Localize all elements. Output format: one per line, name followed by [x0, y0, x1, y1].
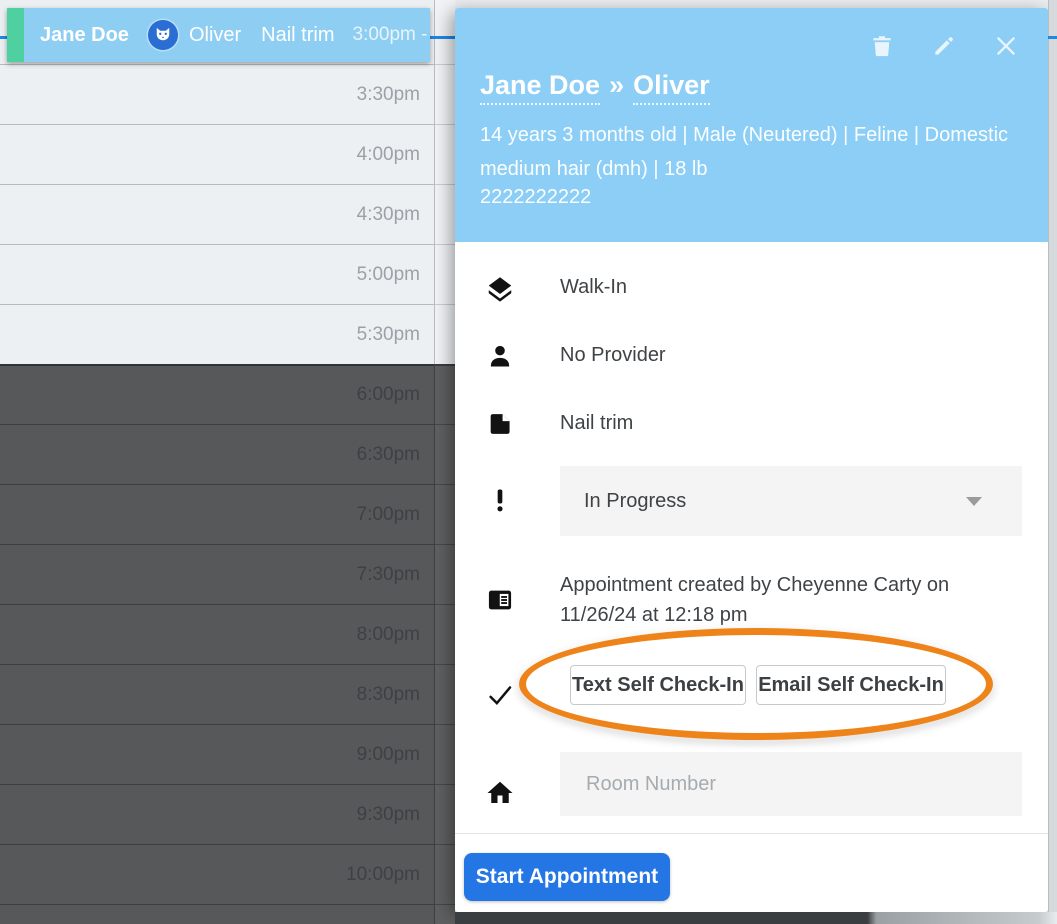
time-label: 6:00pm — [357, 384, 420, 406]
time-label: 8:00pm — [357, 624, 420, 646]
time-label: 8:30pm — [357, 684, 420, 706]
time-label: 5:00pm — [357, 264, 420, 286]
status-value: In Progress — [584, 490, 686, 513]
time-slot-after-hours[interactable]: 6:30pm — [0, 424, 455, 484]
provider-label: No Provider — [560, 344, 666, 367]
room-number-input[interactable] — [560, 752, 1022, 816]
patient-name-link[interactable]: Oliver — [633, 70, 710, 105]
close-icon[interactable] — [992, 32, 1020, 60]
appointment-patient-name: Oliver — [189, 24, 241, 47]
time-slot-after-hours[interactable]: 10:00pm — [0, 844, 455, 904]
time-label: 9:30pm — [357, 804, 420, 826]
time-label: 3:30pm — [357, 84, 420, 106]
time-label: 4:00pm — [357, 144, 420, 166]
appointment-bar-content: Jane Doe Oliver Nail trim 3:00pm - 3:30p… — [40, 20, 430, 50]
person-icon — [483, 342, 517, 370]
time-label: 7:30pm — [357, 564, 420, 586]
trash-icon[interactable] — [868, 32, 896, 60]
column-gutter — [434, 364, 455, 924]
time-slot[interactable]: 5:00pm — [0, 244, 455, 304]
client-name-link[interactable]: Jane Doe — [480, 70, 600, 105]
title-separator: » — [609, 70, 624, 100]
appointment-service: Nail trim — [261, 24, 334, 47]
time-label: 10:00pm — [346, 864, 420, 886]
start-appointment-button[interactable]: Start Appointment — [464, 853, 670, 901]
time-slot-after-hours — [0, 904, 455, 924]
time-slot[interactable]: 3:30pm — [0, 64, 455, 124]
chevron-down-icon — [966, 497, 982, 506]
appointment-client-name: Jane Doe — [40, 24, 129, 47]
email-self-checkin-button[interactable]: Email Self Check-In — [756, 665, 946, 705]
time-slot-after-hours[interactable]: 9:00pm — [0, 724, 455, 784]
time-slot-after-hours[interactable]: 8:00pm — [0, 604, 455, 664]
panel-title: Jane Doe»Oliver — [480, 70, 710, 101]
time-label: 6:30pm — [357, 444, 420, 466]
column-gutter — [434, 0, 455, 364]
time-slot[interactable]: 4:30pm — [0, 184, 455, 244]
appointment-detail-panel: Jane Doe»Oliver 14 years 3 months old | … — [455, 8, 1048, 912]
time-slot[interactable]: 4:00pm — [0, 124, 455, 184]
home-icon — [483, 778, 517, 808]
time-slot-after-hours[interactable]: 8:30pm — [0, 664, 455, 724]
note-icon — [483, 410, 517, 438]
created-note-icon — [483, 586, 517, 614]
appointment-time-range: 3:00pm - 3:30pm — [353, 24, 430, 46]
time-slot[interactable]: 5:30pm — [0, 304, 455, 364]
appointment-status-accent — [7, 8, 24, 62]
time-slot-after-hours[interactable]: 7:00pm — [0, 484, 455, 544]
time-label: 4:30pm — [357, 204, 420, 226]
service-label: Nail trim — [560, 412, 633, 435]
vertical-scrollbar[interactable] — [1048, 0, 1057, 912]
panel-divider — [455, 833, 1048, 834]
time-slot-after-hours[interactable]: 6:00pm — [0, 364, 455, 424]
status-dropdown[interactable]: In Progress — [560, 466, 1022, 536]
horizontal-scrollbar[interactable] — [455, 912, 1057, 924]
created-note: Appointment created by Cheyenne Carty on… — [560, 570, 1000, 630]
patient-phone: 2222222222 — [480, 186, 591, 209]
panel-header: Jane Doe»Oliver 14 years 3 months old | … — [455, 8, 1048, 242]
time-label: 9:00pm — [357, 744, 420, 766]
appointment-type-label: Walk-In — [560, 276, 627, 299]
text-self-checkin-button[interactable]: Text Self Check-In — [570, 665, 746, 705]
cat-avatar-icon — [148, 20, 178, 50]
pencil-icon[interactable] — [930, 32, 958, 60]
time-slot-after-hours[interactable]: 7:30pm — [0, 544, 455, 604]
time-label: 5:30pm — [357, 324, 420, 346]
current-time-indicator — [1048, 36, 1057, 39]
layers-icon — [483, 274, 517, 304]
exclamation-icon — [483, 486, 517, 514]
patient-details: 14 years 3 months old | Male (Neutered) … — [480, 118, 1028, 186]
appointment-bar[interactable]: Jane Doe Oliver Nail trim 3:00pm - 3:30p… — [7, 8, 430, 62]
time-slot-after-hours[interactable]: 9:30pm — [0, 784, 455, 844]
check-icon — [483, 680, 517, 710]
time-label: 7:00pm — [357, 504, 420, 526]
